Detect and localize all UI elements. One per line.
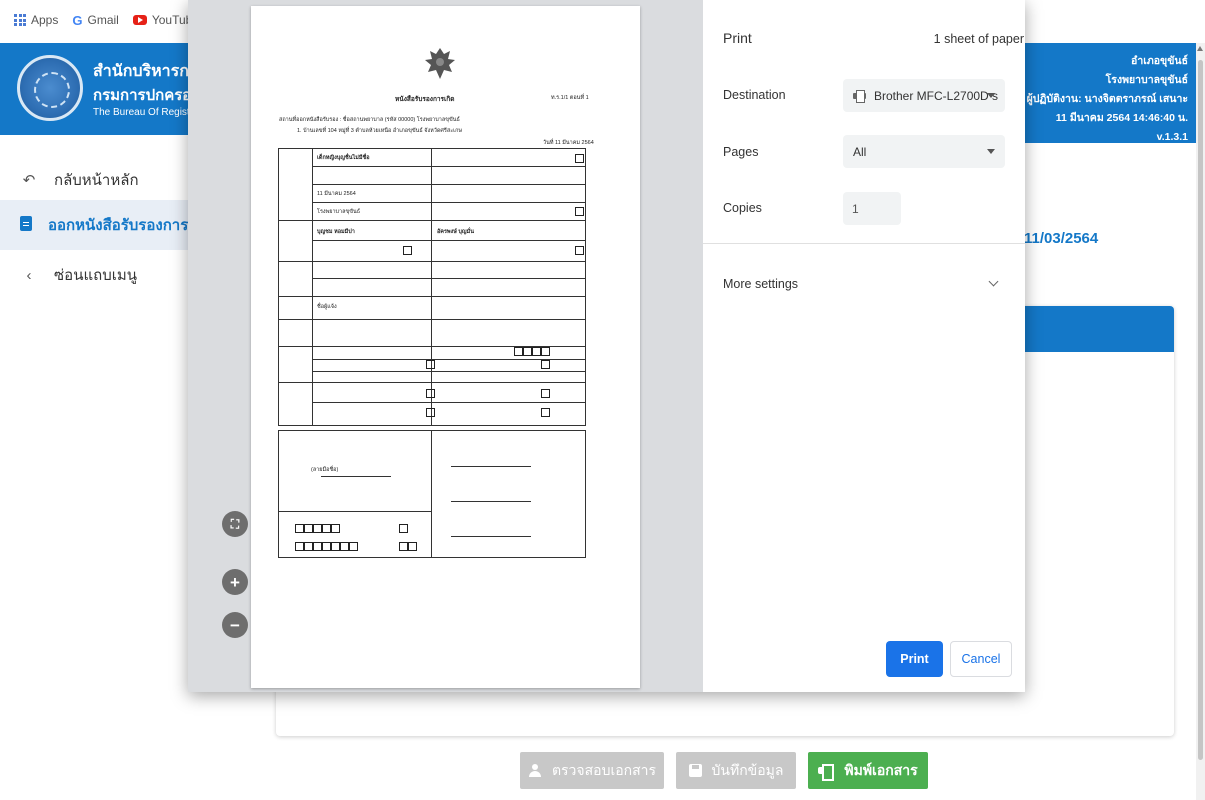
bookmark-apps[interactable]: Apps — [14, 13, 58, 27]
scrollbar-thumb[interactable] — [1198, 60, 1203, 760]
cancel-button[interactable]: Cancel — [950, 641, 1012, 677]
brand-english: The Bureau Of Regist — [93, 107, 190, 118]
pages-select[interactable]: All — [843, 135, 1005, 168]
printer-icon — [818, 764, 835, 781]
undo-arrow-icon: ↶ — [22, 172, 36, 189]
zoom-in-button[interactable]: + — [222, 569, 248, 595]
garuda-emblem-icon — [425, 48, 455, 79]
destination-select[interactable]: Brother MFC-L2700D s — [843, 79, 1005, 112]
district-name: อำเภอขุขันธ์ — [1131, 55, 1188, 67]
bookmark-apps-label: Apps — [31, 13, 59, 27]
sidebar-item-birth-certificate[interactable]: ออกหนังสือรับรองการเกิด — [0, 200, 212, 250]
card-header — [1022, 306, 1174, 352]
doc-issue-date: วันที่ 11 มีนาคม 2564 — [543, 140, 594, 146]
zoom-out-button[interactable]: − — [222, 612, 248, 638]
operator-name: ผู้ปฏิบัติงาน: นางจิตตราภรณ์ เสนาะ — [1026, 93, 1188, 105]
doc-place-line: สถานที่ออกหนังสือรับรอง : ชื่อสถานพยาบาล… — [279, 117, 460, 123]
copies-input[interactable]: 1 — [843, 192, 901, 225]
doc-title: หนังสือรับรองการเกิด — [395, 96, 455, 103]
sidebar-item-home[interactable]: ↶ กลับหน้าหลัก — [0, 155, 190, 205]
check-document-button[interactable]: ตรวจสอบเอกสาร — [520, 752, 664, 789]
more-settings-toggle[interactable]: More settings — [723, 277, 798, 291]
bookmark-gmail-label: Gmail — [87, 13, 119, 27]
user-check-icon — [528, 763, 542, 778]
pages-label: Pages — [723, 145, 759, 159]
preview-page: หนังสือรับรองการเกิด ท.ร.1/1 ตอนที่ 1 สถ… — [251, 6, 640, 688]
user-info-header: อำเภอขุขันธ์ โรงพยาบาลขุขันธ์ ผู้ปฏิบัติ… — [1024, 43, 1196, 143]
printer-icon — [853, 90, 866, 103]
pages-value: All — [853, 144, 867, 159]
doc-birth-date: 11 มีนาคม 2564 — [317, 191, 356, 197]
floppy-disk-icon — [688, 764, 702, 777]
doc-father-name: อัครพงษ์ บุญมั่น — [437, 229, 474, 235]
print-document-button[interactable]: พิมพ์เอกสาร — [808, 752, 928, 789]
zoom-out-icon: − — [230, 615, 240, 635]
doc-mother-name: บุญชม หอมมีปา — [317, 229, 355, 235]
chevron-left-icon: ‹ — [26, 266, 32, 284]
doc-hospital: โรงพยาบาลขุขันธ์ — [317, 209, 361, 215]
datetime-version: 11 มีนาคม 2564 14:46:40 น. v.1.3.1 — [1055, 112, 1188, 143]
youtube-icon — [132, 15, 147, 25]
doc-address-line: 1. บ้านเลขที่ 104 หมู่ที่ 3 ตำบลห้วยเหนื… — [297, 128, 463, 134]
scroll-up-arrow-icon[interactable] — [1197, 46, 1203, 51]
destination-value: Brother MFC-L2700D s — [874, 88, 999, 103]
sidebar-item-label: ซ่อนแถบเมนู — [54, 267, 137, 284]
dropdown-caret-icon — [987, 93, 995, 98]
google-icon: G — [72, 12, 83, 28]
hospital-name: โรงพยาบาลขุขันธ์ — [1105, 74, 1188, 86]
dropdown-caret-icon — [987, 149, 995, 154]
site-brand: สำนักบริหารการ กรมการปกครอง The Bureau O… — [0, 43, 207, 135]
doc-informant: ชื่อผู้แจ้ง — [317, 304, 337, 310]
zoom-in-icon: + — [230, 572, 240, 592]
apps-grid-icon — [14, 14, 26, 26]
print-document-label: พิมพ์เอกสาร — [844, 761, 918, 778]
fit-to-page-icon: ⛶ — [230, 517, 240, 531]
doc-child-name: เด็กหญิงบุญชื่นไม่มีชื่อ — [317, 155, 370, 161]
signature-section — [278, 430, 586, 558]
check-document-label: ตรวจสอบเอกสาร — [551, 761, 657, 778]
save-data-button[interactable]: บันทึกข้อมูล — [676, 752, 796, 789]
print-button[interactable]: Print — [886, 641, 943, 677]
sheet-count: 1 sheet of paper — [933, 32, 1024, 46]
current-date: 11/03/2564 — [1024, 230, 1099, 247]
bookmark-gmail[interactable]: G Gmail — [72, 13, 118, 28]
destination-label: Destination — [723, 88, 786, 102]
department-seal-logo — [17, 55, 83, 121]
fit-to-page-button[interactable]: ⛶ — [222, 511, 248, 537]
brand-subtitle: กรมการปกครอง — [93, 87, 199, 104]
settings-divider — [703, 243, 1025, 244]
doc-form-code: ท.ร.1/1 ตอนที่ 1 — [551, 95, 589, 101]
document-icon — [20, 215, 32, 235]
copies-label: Copies — [723, 201, 762, 215]
sidebar-item-label: กลับหน้าหลัก — [54, 172, 139, 189]
sidebar-item-hide-menu[interactable]: ‹ ซ่อนแถบเมนู — [0, 250, 190, 300]
print-dialog-title: Print — [723, 30, 752, 46]
save-data-label: บันทึกข้อมูล — [711, 761, 784, 778]
